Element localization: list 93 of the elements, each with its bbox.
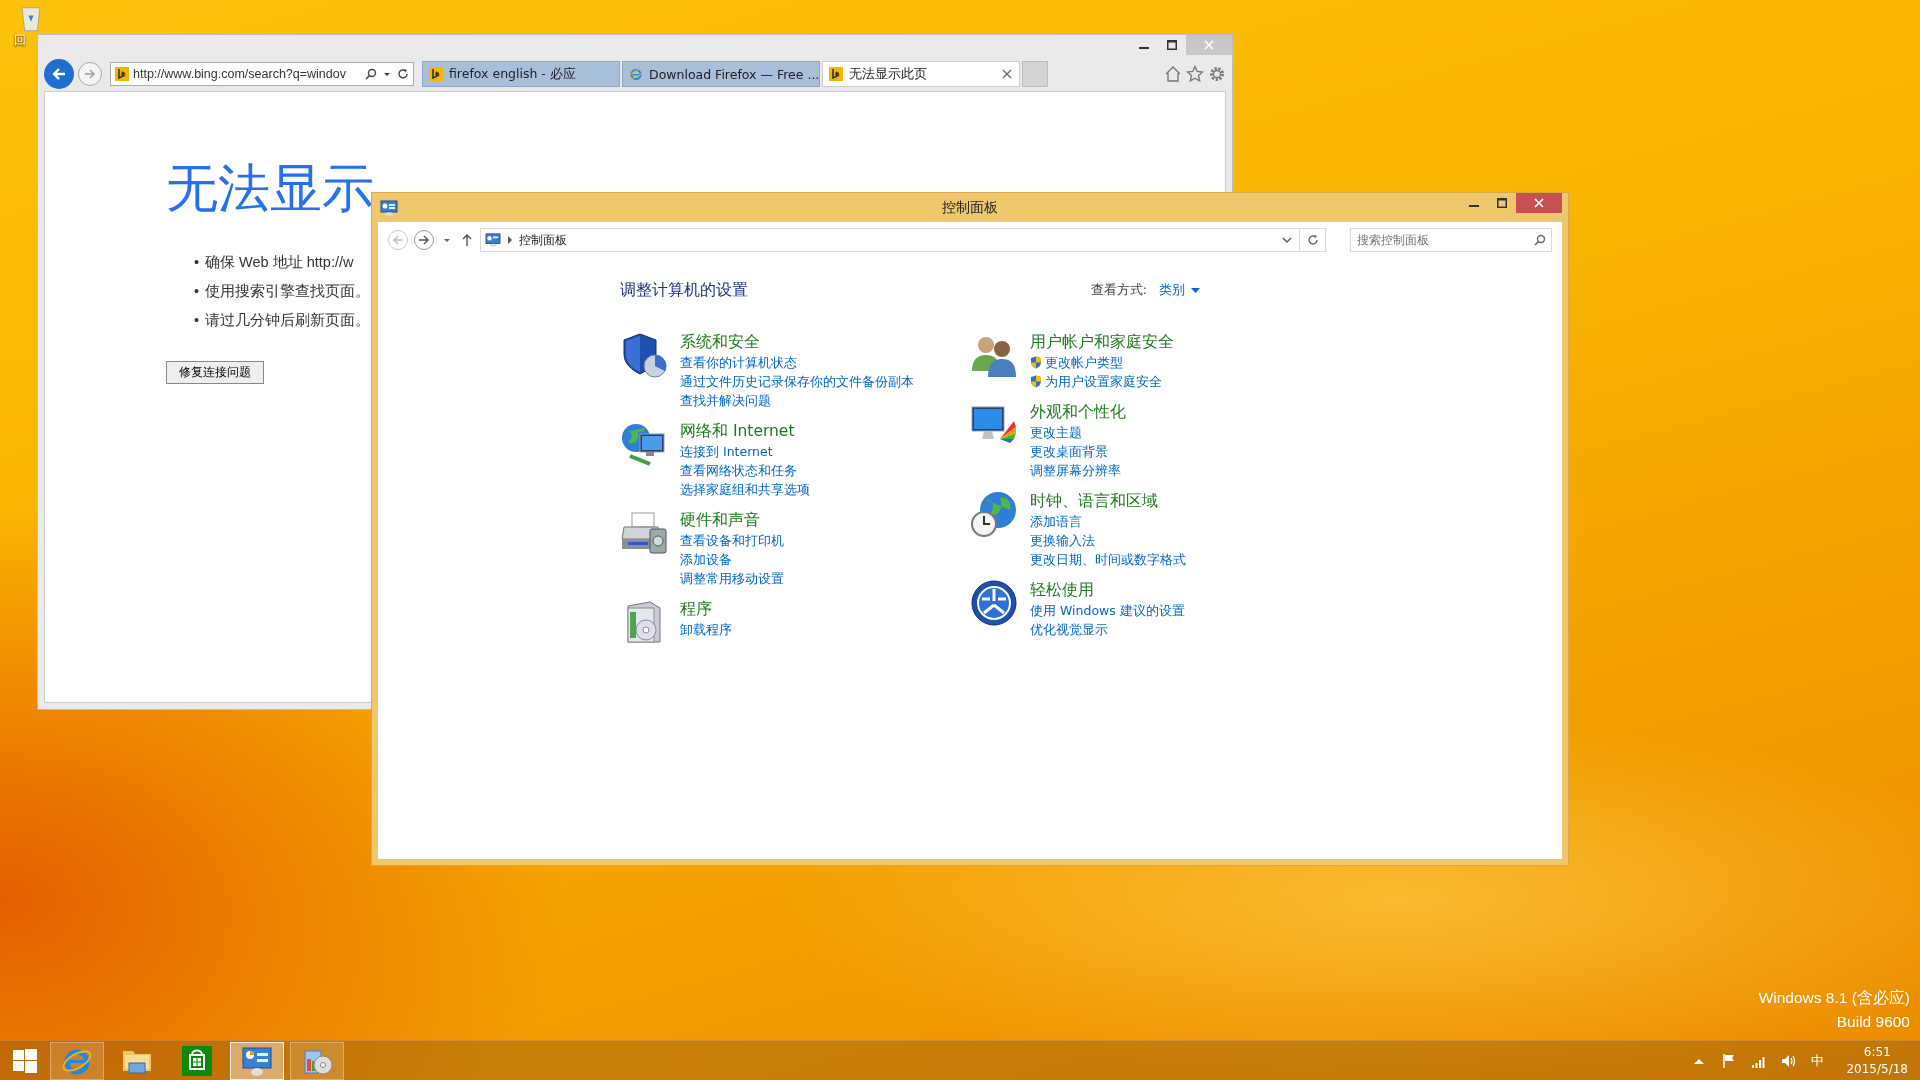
category-link[interactable]: 程序 xyxy=(680,598,732,620)
task-link[interactable]: 查看网络状态和任务 xyxy=(680,461,810,480)
task-link[interactable]: 使用 Windows 建议的设置 xyxy=(1030,601,1185,620)
recycle-bin-icon[interactable] xyxy=(18,4,44,32)
shield-icon xyxy=(620,331,668,379)
task-link[interactable]: 选择家庭组和共享选项 xyxy=(680,480,810,499)
view-by-dropdown[interactable]: 类别 xyxy=(1159,282,1200,299)
category-link[interactable]: 硬件和声音 xyxy=(680,509,784,531)
task-link[interactable]: 通过文件历史记录保存你的文件备份副本 xyxy=(680,372,914,391)
close-icon xyxy=(1534,198,1544,208)
category-link[interactable]: 轻松使用 xyxy=(1030,579,1185,601)
refresh-icon[interactable] xyxy=(397,68,409,80)
home-icon[interactable] xyxy=(1164,65,1182,83)
close-icon xyxy=(1204,40,1214,50)
back-arrow-icon xyxy=(392,234,404,246)
search-field[interactable]: 搜索控制面板 xyxy=(1350,228,1552,252)
bing-icon xyxy=(429,67,443,81)
control-panel-icon xyxy=(241,1044,273,1077)
error-heading: 无法显示 xyxy=(166,157,374,220)
maximize-icon xyxy=(1167,40,1177,50)
globe-clock-icon xyxy=(970,490,1018,538)
input-method-indicator[interactable]: 中 xyxy=(1811,1051,1825,1070)
suggestion-text: 使用搜索引擎查找页面。 xyxy=(205,282,371,301)
browser-tab[interactable]: Download Firefox — Free ... xyxy=(622,61,820,87)
address-bar[interactable]: 控制面板 xyxy=(480,228,1326,252)
version-watermark: Build 9600 xyxy=(1836,1012,1910,1032)
bullet-marker: • xyxy=(194,253,200,272)
minimize-icon xyxy=(1469,205,1479,207)
task-link[interactable]: 添加设备 xyxy=(680,550,784,569)
maximize-icon xyxy=(1497,198,1507,208)
forward-arrow-icon xyxy=(84,68,96,80)
task-link[interactable]: 调整常用移动设置 xyxy=(680,569,784,588)
forward-button[interactable] xyxy=(414,230,434,250)
settings-icon[interactable] xyxy=(1208,65,1226,83)
task-link[interactable]: 卸载程序 xyxy=(680,620,732,639)
category-link[interactable]: 时钟、语言和区域 xyxy=(1030,490,1186,512)
control-panel-icon xyxy=(485,233,501,247)
task-link[interactable]: 优化视觉显示 xyxy=(1030,620,1185,639)
window-title: 控制面板 xyxy=(942,198,998,217)
browser-tab[interactable]: firefox english - 必应 xyxy=(422,61,620,87)
store-icon xyxy=(181,1044,213,1077)
category-link[interactable]: 网络和 Internet xyxy=(680,420,810,442)
ie-icon xyxy=(629,67,643,81)
bing-icon xyxy=(115,67,129,81)
version-watermark: Windows 8.1 (含必应) xyxy=(1758,988,1910,1008)
address-bar[interactable]: http://www.bing.com/search?q=windov xyxy=(110,62,414,86)
search-icon[interactable] xyxy=(1534,234,1546,246)
task-link[interactable]: 更改主题 xyxy=(1030,423,1126,442)
task-link[interactable]: 查看设备和打印机 xyxy=(680,531,784,550)
task-link[interactable]: 更改帐户类型 xyxy=(1030,353,1174,372)
category-link[interactable]: 用户帐户和家庭安全 xyxy=(1030,331,1174,353)
task-link[interactable]: 为用户设置家庭安全 xyxy=(1030,372,1174,391)
fix-connection-button[interactable]: 修复连接问题 xyxy=(166,361,264,384)
back-arrow-icon xyxy=(51,66,67,82)
bing-icon xyxy=(829,67,843,81)
control-panel-icon[interactable] xyxy=(380,200,398,216)
task-link[interactable]: 添加语言 xyxy=(1030,512,1186,531)
uac-shield-icon xyxy=(1030,375,1042,388)
windows-logo-icon xyxy=(13,1048,37,1073)
minimize-icon xyxy=(1139,47,1149,49)
suggestion-text: 请过几分钟后刷新页面。 xyxy=(205,311,371,330)
clock-date[interactable]: 2015/5/18 xyxy=(1846,1060,1908,1078)
up-arrow-icon xyxy=(461,233,473,247)
bullet-marker: • xyxy=(194,311,200,330)
page-heading: 调整计算机的设置 xyxy=(620,280,748,301)
refresh-icon xyxy=(1306,234,1319,246)
clock-time[interactable]: 6:51 xyxy=(1863,1043,1891,1061)
category-link[interactable]: 外观和个性化 xyxy=(1030,401,1126,423)
task-link[interactable]: 调整屏幕分辨率 xyxy=(1030,461,1126,480)
task-link[interactable]: 连接到 Internet xyxy=(680,442,810,461)
browser-tab[interactable]: 无法显示此页 xyxy=(822,61,1020,87)
uac-shield-icon xyxy=(1030,356,1042,369)
search-icon[interactable] xyxy=(365,68,377,80)
task-link[interactable]: 更改桌面背景 xyxy=(1030,442,1126,461)
view-by-label: 查看方式: xyxy=(1090,282,1147,299)
suggestion-text: 确保 Web 地址 http://w xyxy=(205,253,354,272)
printer-icon xyxy=(620,509,668,557)
close-icon[interactable] xyxy=(1001,68,1013,80)
task-link[interactable]: 更换输入法 xyxy=(1030,531,1186,550)
accessibility-icon xyxy=(970,579,1018,627)
forward-arrow-icon xyxy=(418,234,430,246)
taskbar-app-button[interactable] xyxy=(230,1041,284,1080)
bullet-marker: • xyxy=(194,282,200,301)
star-icon[interactable] xyxy=(1186,65,1204,83)
desktop-icon-label: 回 xyxy=(14,32,26,49)
category-link[interactable]: 系统和安全 xyxy=(680,331,914,353)
chevron-icon xyxy=(507,235,513,245)
taskbar-app-button[interactable] xyxy=(290,1041,344,1080)
back-button[interactable] xyxy=(44,59,74,89)
task-link[interactable]: 更改日期、时间或数字格式 xyxy=(1030,550,1186,569)
caret-icon xyxy=(1191,287,1200,294)
task-link[interactable]: 查找并解决问题 xyxy=(680,391,914,410)
task-link[interactable]: 查看你的计算机状态 xyxy=(680,353,914,372)
